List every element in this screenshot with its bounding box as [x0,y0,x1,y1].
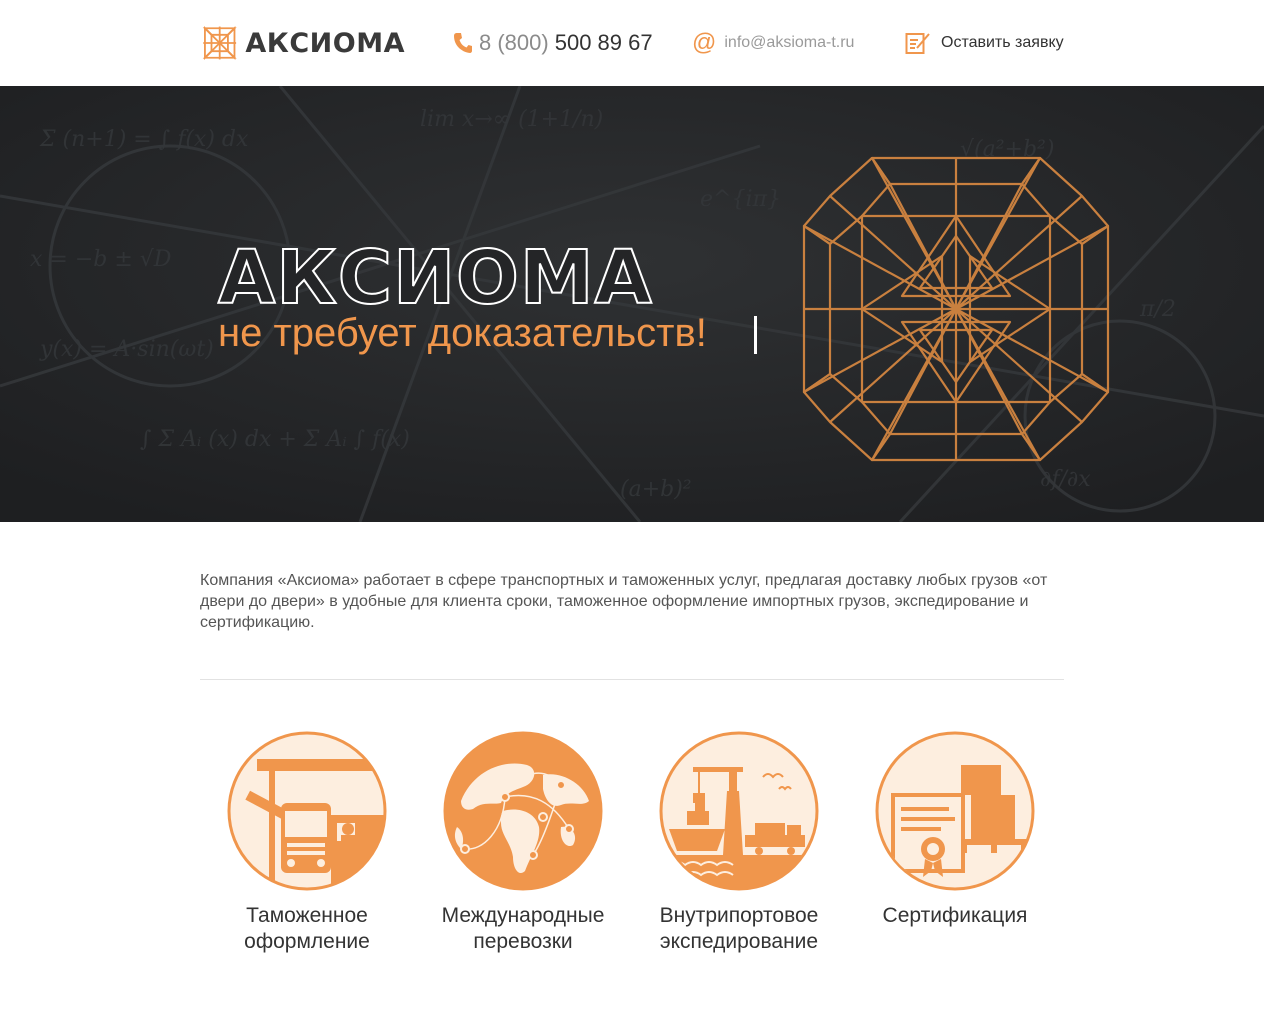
svg-text:Σ (n+1) = ∫ f(x) dx: Σ (n+1) = ∫ f(x) dx [39,127,249,152]
request-label: Оставить заявку [941,34,1064,51]
axioma-emblem-icon [802,156,1110,462]
globe-icon [443,731,603,891]
service-label: Таможенное оформление [244,904,370,953]
svg-text:∂f/∂x: ∂f/∂x [1040,467,1091,492]
request-button[interactable]: Оставить заявку [905,31,1064,55]
svg-text:lim x→∞ (1+1/n): lim x→∞ (1+1/n) [420,107,603,132]
phone-code: 8 (800) [479,30,549,55]
service-label: Международные перевозки [441,904,605,953]
customs-icon [227,731,387,891]
svg-text:∫ Σ Aᵢ (x) dx + Σ Aᵢ ∫ f(x): ∫ Σ Aᵢ (x) dx + Σ Aᵢ ∫ f(x) [140,427,410,452]
svg-text:π/2: π/2 [1139,297,1176,322]
service-port[interactable]: Внутрипортовое экспедирование [634,731,844,955]
svg-text:e^{iπ}: e^{iπ} [700,187,781,212]
service-label: Сертификация [882,904,1028,927]
company-description: Компания «Аксиома» работает в сфере тран… [200,572,1048,631]
svg-text:y(x) = A·sin(ωt): y(x) = A·sin(ωt) [39,337,214,362]
at-icon: @ [692,29,717,56]
phone-number: 500 89 67 [554,30,653,55]
service-customs[interactable]: Таможенное оформление [202,731,412,955]
service-certification[interactable]: Сертификация [850,731,1060,929]
hero-subtitle: не требует доказательств! [218,311,707,355]
logo[interactable]: АКСИОМА [200,17,405,69]
svg-text:(a+b)²: (a+b)² [620,477,692,502]
svg-text:x = −b ± √D: x = −b ± √D [30,247,172,272]
hero-banner: Σ (n+1) = ∫ f(x) dx lim x→∞ (1+1/n) √(a²… [0,86,1264,522]
service-label: Внутрипортовое экспедирование [659,904,819,953]
port-icon [659,731,819,891]
service-international[interactable]: Международные перевозки [418,731,628,955]
site-header: АКСИОМА 8 (800) 500 89 67 @ info@aksioma… [0,0,1264,86]
certificate-icon [875,731,1035,891]
logo-mark-icon [202,26,237,60]
text-cursor [754,316,757,354]
section-divider [200,679,1064,680]
phone-link[interactable]: 8 (800) 500 89 67 [453,30,653,56]
phone-icon [454,33,472,53]
email-text: info@aksioma-t.ru [724,34,855,51]
email-link[interactable]: @ info@aksioma-t.ru [692,29,855,56]
logo-text: АКСИОМА [245,27,405,59]
edit-form-icon [905,33,930,54]
